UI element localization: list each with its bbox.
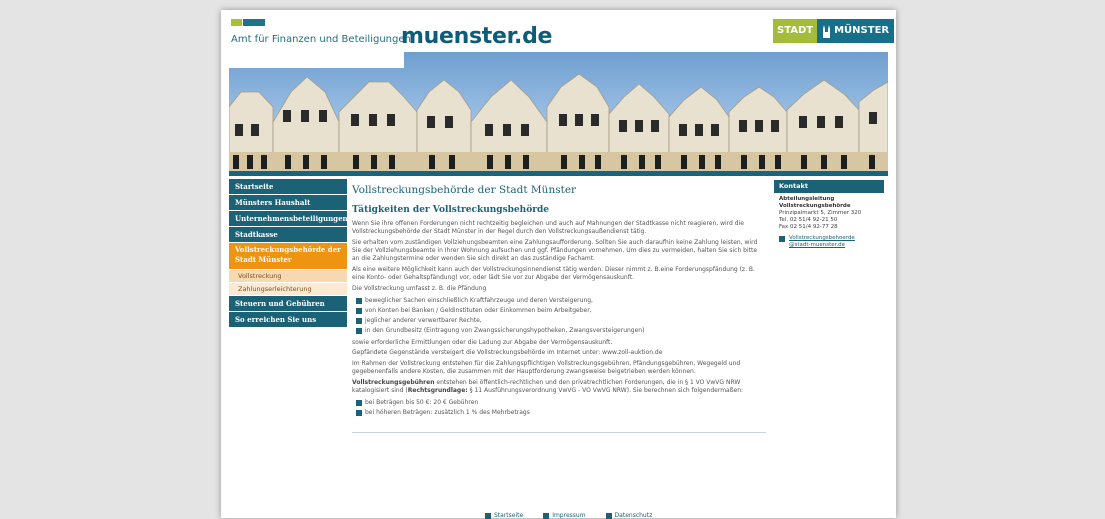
paragraph-innendienst: Als eine weitere Möglichkeit kann auch d… — [352, 266, 755, 282]
sidebar-subitem-zahlungserleichterung[interactable]: Zahlungserleichterung — [229, 283, 347, 295]
section-heading: Tätigkeiten der Vollstreckungsbehörde — [352, 205, 549, 215]
contact-heading: Kontakt — [774, 180, 884, 193]
contact-address: Prinzipalmarkt 5, Zimmer 320 — [779, 210, 862, 216]
email-part-1: Vollstreckungsbehoerde — [789, 235, 855, 241]
list-item: beweglicher Sachen einschließlich Kraftf… — [356, 296, 766, 306]
department-logo-mark — [231, 19, 265, 26]
paragraph-intro: Wenn Sie ihre offenen Forderungen nicht … — [352, 220, 744, 236]
content-divider — [352, 431, 766, 433]
sidebar-item-erreichen[interactable]: So erreichen Sie uns — [229, 312, 347, 327]
mail-arrow-icon — [779, 236, 785, 242]
main-content: Vollstreckungsbehörde der Stadt Münster … — [352, 180, 766, 433]
paragraph-pfaendung-intro: Die Vollstreckung umfasst z. B. die Pfän… — [352, 284, 487, 292]
contact-email-link[interactable]: Vollstreckungsbehoerde @stadt-muenster.de — [779, 235, 879, 249]
department-name[interactable]: Amt für Finanzen und Beteiligungen — [231, 34, 411, 45]
contact-body: Abteilungsleitung Vollstreckungsbehörde … — [774, 193, 884, 252]
sidebar-item-haushalt[interactable]: Münsters Haushalt — [229, 195, 347, 210]
paragraph-aussendienst: Sie erhalten vom zuständigen Vollziehung… — [352, 238, 758, 263]
banner-divider — [229, 171, 888, 176]
city-logo-muenster: MÜNSTER — [817, 19, 895, 43]
sidebar-item-stadtkasse[interactable]: Stadtkasse — [229, 227, 347, 242]
city-logo-stadt: STADT — [773, 19, 818, 43]
contact-box: Kontakt Abteilungsleitung Vollstreckungs… — [774, 180, 884, 252]
list-item: in den Grundbesitz (Eintragung von Zwang… — [356, 326, 766, 336]
sidebar-nav: Startseite Münsters Haushalt Unternehmen… — [229, 179, 347, 328]
sidebar-item-startseite[interactable]: Startseite — [229, 179, 347, 194]
gebuehren-text-b: § 11 Ausführungsverordnung VwVG - VO VwV… — [467, 387, 744, 395]
city-logo-muenster-text: MÜNSTER — [834, 25, 890, 36]
list-item: jeglicher anderer verwertbarer Rechte, — [356, 316, 766, 326]
contact-phone: Tel. 02 51/4 92-21 50 — [779, 217, 838, 223]
page-title: Vollstreckungsbehörde der Stadt Münster — [352, 184, 577, 196]
paragraph-gebuehren: Vollstreckungsgebühren entstehen bei öff… — [352, 379, 766, 395]
header-banner-image — [229, 52, 888, 171]
list-item: von Konten bei Banken / Geldinstituten o… — [356, 306, 766, 316]
contact-line: Vollstreckungsbehörde — [779, 203, 851, 209]
cathedral-icon — [823, 24, 831, 38]
paragraph-versteigerung: Gepfändete Gegenstände versteigert die V… — [352, 349, 663, 357]
list-item: bei höheren Beträgen: zusätzlich 1 % des… — [356, 408, 766, 418]
gebuehren-list: bei Beträgen bis 50 €: 20 € Gebühren bei… — [356, 398, 766, 418]
sidebar-item-unternehmensbeteiligungen[interactable]: Unternehmensbeteiligungen — [229, 211, 347, 226]
contact-line: Abteilungsleitung — [779, 196, 835, 202]
gebuehren-term: Vollstreckungsgebühren — [352, 378, 435, 386]
gabled-houses-illustration — [229, 73, 888, 171]
sidebar-item-steuern-gebuehren[interactable]: Steuern und Gebühren — [229, 296, 347, 311]
pfaendung-list: beweglicher Sachen einschließlich Kraftf… — [356, 296, 766, 336]
paragraph-ermittlungen: sowie erforderliche Ermittlungen oder di… — [352, 338, 613, 346]
list-item: bei Beträgen bis 50 €: 20 € Gebühren — [356, 398, 766, 408]
banner-cutout — [229, 52, 404, 68]
sidebar-item-vollstreckungsbehoerde[interactable]: Vollstreckungsbehörde der Stadt Münster — [229, 243, 347, 269]
email-part-2: @stadt-muenster.de — [789, 242, 846, 248]
paragraph-kosten: Im Rahmen der Vollstreckung entstehen fü… — [352, 360, 741, 376]
sidebar-subitem-vollstreckung[interactable]: Vollstreckung — [229, 270, 347, 282]
city-logo[interactable]: STADT MÜNSTER — [773, 19, 895, 43]
contact-email-text: Vollstreckungsbehoerde @stadt-muenster.de — [789, 235, 855, 249]
contact-fax: Fax 02 51/4 92-77 28 — [779, 224, 838, 230]
site-name[interactable]: muenster.de — [401, 24, 552, 49]
rechtsgrundlage-term: Rechtsgrundlage: — [407, 387, 468, 395]
page: Amt für Finanzen und Beteiligungen muens… — [221, 10, 896, 519]
